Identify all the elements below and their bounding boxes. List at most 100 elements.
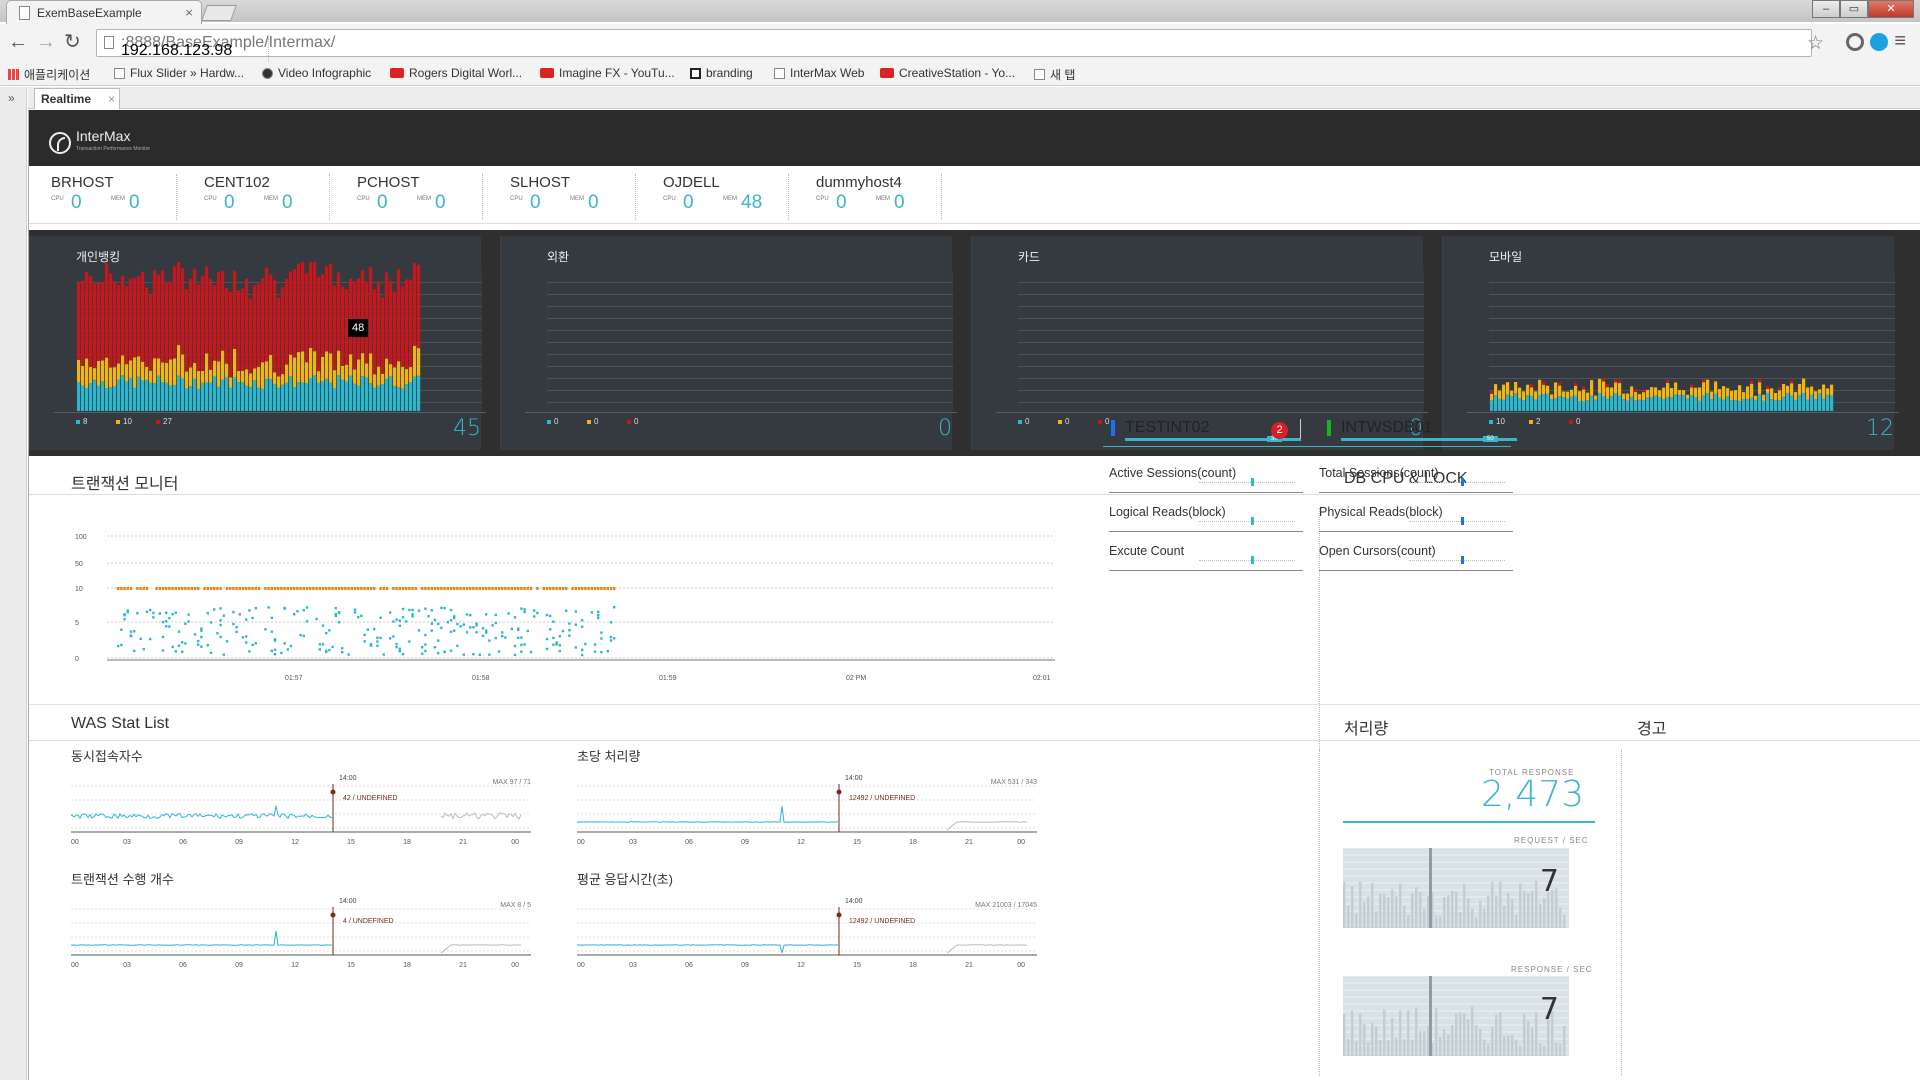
cyan-bar [1666,397,1670,411]
host-item[interactable]: SLHOST CPU 0 MEM 0 [488,174,636,220]
panel-axis [1467,412,1899,413]
history-bar [1495,895,1498,928]
tx-point-cyan [357,615,360,619]
close-tab-icon[interactable]: × [108,89,115,109]
history-bar [1563,915,1566,928]
menu-icon[interactable]: ≡ [1894,30,1906,53]
tx-point-cyan [446,620,449,624]
tx-point-cyan [318,643,321,646]
tx-point-cyan [597,613,600,617]
tx-point-orange [145,587,149,590]
history-bar [1447,1034,1450,1056]
bookmark-item[interactable]: InterMax Web [774,66,864,80]
legend-swatch [627,419,631,424]
bookmark-star-icon[interactable]: ☆ [1807,32,1824,55]
expand-icon[interactable]: » [8,91,15,105]
address-bar[interactable]: 192.168.123.98:8888/BaseExample/Intermax… [96,29,1812,84]
window-controls: – ▭ ✕ [1812,0,1914,18]
tx-point-cyan [437,651,440,655]
current-point [330,912,336,918]
bookmark-item[interactable]: 새 탭 [1034,66,1075,83]
reload-icon[interactable]: ↻ [64,32,81,52]
red-bar [349,278,353,355]
history-bar [1363,1023,1366,1056]
host-item[interactable]: PCHOST CPU 0 MEM 0 [335,174,483,220]
cyan-bar [1582,400,1586,411]
cyan-bar [1622,399,1626,411]
red-bar [205,266,209,354]
tx-point-cyan [424,633,427,637]
tx-point-cyan [235,626,238,629]
bookmark-item[interactable]: Flux Slider » Hardw... [114,66,244,80]
cyan-bar [1774,400,1778,411]
db-instance-name[interactable]: TESTINT02 [1125,419,1209,437]
db-metric-underline [1319,492,1513,493]
skype-icon[interactable] [1870,33,1888,51]
x-tick-label: 02:01 [1033,675,1051,682]
host-item[interactable]: CENT102 CPU 0 MEM 0 [182,174,330,220]
tx-point-cyan [241,636,245,639]
bookmark-item[interactable]: Imagine FX - YouTu... [540,66,675,80]
forward-icon[interactable]: → [36,32,56,52]
minimize-icon[interactable]: – [1812,0,1840,18]
extension-icon[interactable] [1846,33,1864,51]
close-window-icon[interactable]: ✕ [1868,0,1914,18]
tx-point-cyan [593,650,597,653]
was-stat-title: WAS Stat List [71,715,170,732]
tx-point-cyan [174,611,177,614]
host-item[interactable]: BRHOST CPU 0 MEM 0 [29,174,177,220]
new-tab-button[interactable] [201,5,237,21]
request-bars [1343,847,1569,928]
db-instance-name[interactable]: INTWSDB01 [1341,419,1433,437]
red-bar [137,276,141,357]
back-icon[interactable]: ← [8,32,28,52]
tx-point-cyan [449,649,453,652]
yellow-bar [173,358,177,386]
cyan-bar [1578,400,1582,411]
host-item[interactable]: dummyhost4 CPU 0 MEM 0 [794,174,942,220]
lock-count-badge[interactable]: 2 [1271,422,1288,439]
tx-point-cyan [248,650,251,653]
red-bar [313,262,317,352]
bookmark-item[interactable]: Video Infographic [262,66,371,80]
tx-point-orange [123,587,126,590]
tab-realtime[interactable]: Realtime × [34,88,120,109]
today-series [577,944,839,954]
tx-point-cyan [449,630,453,633]
yellow-bar [405,369,409,385]
history-bar [1447,895,1450,928]
browser-tab[interactable]: ExemBaseExample × [6,0,202,24]
history-bar [1387,897,1390,928]
previous-series [946,944,1028,954]
close-tab-icon[interactable]: × [185,1,193,25]
red-bar [277,297,281,377]
tx-point-cyan [401,653,405,656]
tx-point-orange [264,587,267,590]
host-name: SLHOST [510,174,571,191]
side-collapse-rail[interactable]: » [0,87,27,1080]
cyan-bar [369,383,373,411]
cyan-bar [309,377,313,411]
bookmark-item[interactable]: branding [690,66,753,80]
panel-total: 0 [938,416,952,441]
host-item[interactable]: OJDELL CPU 0 MEM 48 [641,174,789,220]
bookmark-item[interactable]: Rogers Digital Worl... [390,66,522,80]
bookmark-item[interactable]: CreativeStation - Yo... [880,66,1015,80]
tx-point-orange [517,587,520,590]
cyan-bar [253,380,257,411]
history-bar [1419,1031,1422,1056]
cyan-bar [1574,395,1578,411]
cyan-bar [1798,394,1802,411]
tx-point-orange [286,587,289,590]
bookmark-apps[interactable]: 애플리케이션 [8,66,90,83]
x-tick-label: 18 [909,839,917,844]
yellow-bar [1646,389,1650,398]
yellow-bar [253,368,257,381]
yellow-bar [1546,385,1550,394]
tx-point-orange [325,587,328,590]
yellow-bar [393,367,397,386]
red-bar [293,269,297,358]
tx-point-cyan [395,642,398,646]
maximize-icon[interactable]: ▭ [1840,0,1868,18]
tx-point-cyan [443,606,446,610]
